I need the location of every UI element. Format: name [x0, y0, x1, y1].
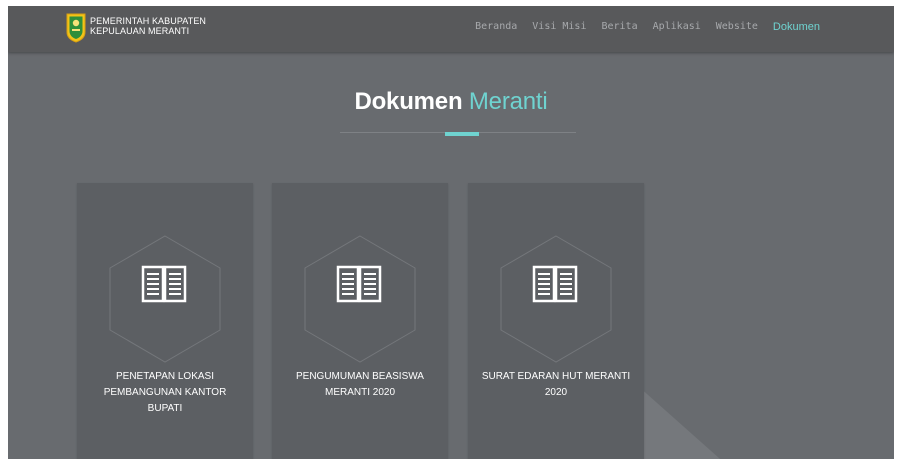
book-icon — [141, 265, 187, 303]
document-title[interactable]: PENETAPAN LOKASI PEMBANGUNAN KANTOR BUPA… — [89, 369, 241, 417]
document-card-3[interactable]: SURAT EDARAN HUT MERANTI 2020 — [468, 183, 644, 459]
book-icon — [336, 265, 382, 303]
document-card-2[interactable]: PENGUMUMAN BEASISWA MERANTI 2020 — [272, 183, 448, 459]
nav-beranda[interactable]: Beranda — [475, 20, 517, 34]
page: PEMERINTAH KABUPATEN KEPULAUAN MERANTI B… — [8, 6, 894, 459]
document-card-1[interactable]: PENETAPAN LOKASI PEMBANGUNAN KANTOR BUPA… — [77, 183, 253, 459]
brand-line-2: KEPULAUAN MERANTI — [90, 26, 190, 36]
nav-website[interactable]: Website — [716, 20, 758, 34]
section-title-main: Dokumen — [354, 88, 463, 115]
brand-line-1: PEMERINTAH KABUPATEN — [90, 16, 207, 26]
nav-aplikasi[interactable]: Aplikasi — [653, 20, 701, 34]
regency-emblem-icon[interactable] — [65, 12, 87, 43]
title-divider-accent — [445, 132, 479, 136]
book-icon — [532, 265, 578, 303]
brand-name[interactable]: PEMERINTAH KABUPATEN KEPULAUAN MERANTI — [90, 16, 206, 36]
nav-dokumen[interactable]: Dokumen — [773, 20, 820, 34]
section-title-accent: Meranti — [468, 88, 548, 115]
document-title[interactable]: SURAT EDARAN HUT MERANTI 2020 — [480, 369, 632, 401]
document-title[interactable]: PENGUMUMAN BEASISWA MERANTI 2020 — [284, 369, 436, 401]
top-navbar: PEMERINTAH KABUPATEN KEPULAUAN MERANTI B… — [8, 6, 894, 52]
nav-visi-misi[interactable]: Visi Misi — [532, 20, 586, 34]
main-nav: Beranda Visi Misi Berita Aplikasi Websit… — [460, 20, 820, 34]
nav-berita[interactable]: Berita — [601, 20, 637, 34]
section-title: Dokumen Meranti — [8, 88, 894, 116]
